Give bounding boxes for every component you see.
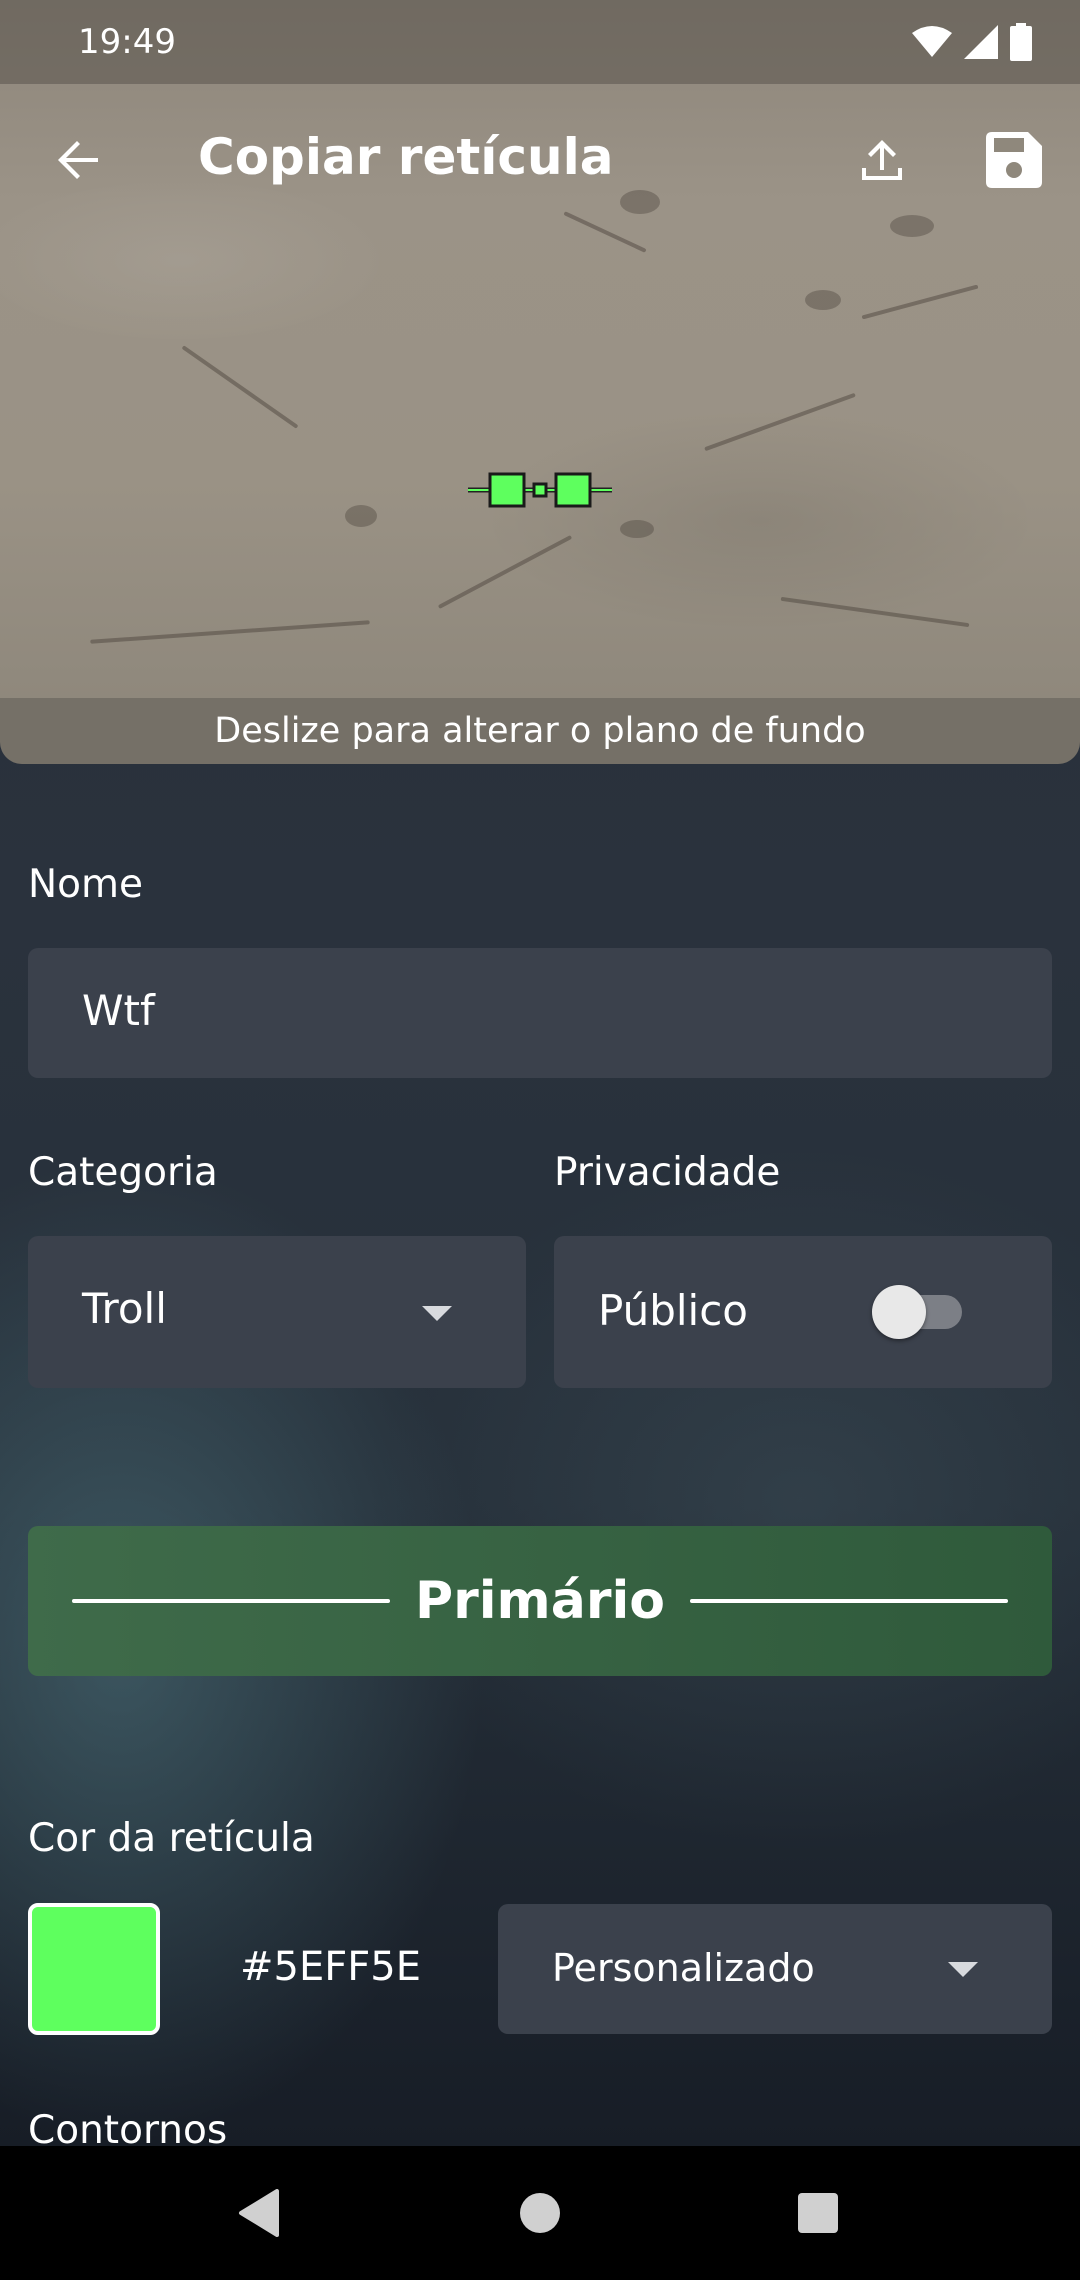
status-icons — [912, 22, 1032, 62]
texture-crack — [181, 345, 299, 429]
reticle-icon — [468, 472, 612, 508]
primary-section-title: Primário — [414, 1571, 666, 1631]
color-preset-dropdown[interactable]: Personalizado — [498, 1904, 1052, 2034]
arrow-back-icon — [58, 141, 98, 179]
texture-crack — [90, 620, 370, 644]
privacy-value: Público — [598, 1286, 748, 1335]
export-button[interactable] — [840, 118, 924, 202]
primary-section-header: Primário — [28, 1526, 1052, 1676]
category-label: Categoria — [28, 1150, 218, 1195]
category-dropdown[interactable]: Troll — [28, 1236, 526, 1388]
reticle-color-label: Cor da retícula — [28, 1816, 315, 1861]
toggle-thumb — [872, 1285, 926, 1339]
swipe-hint: Deslize para alterar o plano de fundo — [0, 698, 1080, 764]
privacy-label: Privacidade — [554, 1150, 781, 1195]
upload-icon — [862, 140, 902, 180]
category-value: Troll — [82, 1284, 167, 1333]
color-swatch[interactable] — [28, 1903, 160, 2035]
save-button[interactable] — [972, 118, 1056, 202]
nav-back-button[interactable] — [214, 2168, 304, 2258]
back-button[interactable] — [36, 118, 120, 202]
color-preset-value: Personalizado — [552, 1946, 815, 1990]
texture-crack — [704, 392, 856, 452]
chevron-down-icon — [422, 1306, 452, 1321]
page-title: Copiar retícula — [198, 128, 614, 186]
reticle-preview[interactable]: 19:49 Copiar retícula Deslize para alter… — [0, 0, 1080, 764]
name-input[interactable]: Wtf — [28, 948, 1052, 1078]
system-nav-bar — [0, 2146, 1080, 2280]
privacy-toggle[interactable] — [872, 1280, 982, 1344]
nav-home-button[interactable] — [495, 2168, 585, 2258]
texture-pit — [620, 190, 660, 214]
texture-pit — [345, 505, 377, 527]
name-label: Nome — [28, 862, 144, 907]
recents-square-icon — [798, 2193, 838, 2233]
texture-pit — [890, 215, 934, 237]
signal-icon — [964, 25, 998, 59]
privacy-field: Público — [554, 1236, 1052, 1388]
home-circle-icon — [520, 2193, 560, 2233]
texture-crack — [437, 535, 573, 609]
back-triangle-icon — [239, 2189, 279, 2237]
texture-pit — [620, 520, 654, 538]
chevron-down-icon — [948, 1962, 978, 1977]
color-hex-value: #5EFF5E — [240, 1944, 421, 1990]
texture-crack — [780, 596, 970, 628]
texture-crack — [861, 284, 979, 320]
status-bar: 19:49 — [0, 0, 1080, 84]
status-time: 19:49 — [78, 22, 176, 62]
wifi-icon — [912, 26, 952, 57]
save-icon — [986, 132, 1042, 188]
texture-crack — [563, 211, 647, 253]
texture-pit — [805, 290, 841, 310]
name-input-value: Wtf — [82, 986, 155, 1035]
nav-recents-button[interactable] — [773, 2168, 863, 2258]
battery-icon — [1010, 23, 1032, 61]
